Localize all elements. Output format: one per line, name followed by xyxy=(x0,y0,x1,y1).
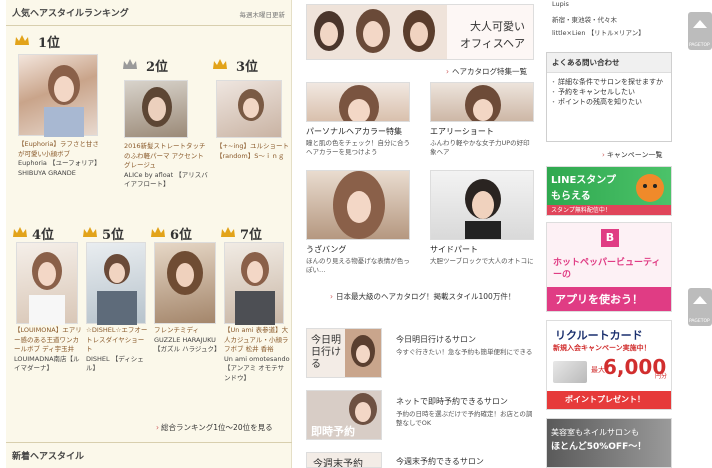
rank-caption[interactable]: 【LOUIMONA】エアリー感のある王道ワンカールボブ ディ宇玉井 LOUIMA… xyxy=(14,326,82,374)
catalog-card-desc: ふんわり軽やかな女子力UPの好印象ヘア xyxy=(430,139,530,156)
faq-item[interactable]: 詳細な条件でサロンを探せますか xyxy=(550,77,666,87)
faq-item[interactable]: 予約をキャンセルしたい xyxy=(550,87,666,97)
rank-item-4[interactable]: 4位 【LOUIMONA】エアリー感のある王道ワンカールボブ ディ宇玉井 LOU… xyxy=(12,226,82,416)
rank-item-7[interactable]: 7位 【Un ami 表参道】大人カジュアル・小顔ラフボブ 松井 香裕 Un a… xyxy=(220,226,292,416)
credit-card-icon xyxy=(553,361,587,383)
instant-booking-title[interactable]: ネットで即時予約できるサロン xyxy=(396,396,508,407)
ranking-title: 人気ヘアスタイルランキング xyxy=(12,9,129,19)
crown-icon xyxy=(151,227,165,237)
rank-caption[interactable]: ☆DISHEL☆エフオートレスダイヤショート DISHEL 【ディシェル】 xyxy=(86,326,150,374)
catalog-card-title[interactable]: パーソナルヘアカラー特集 xyxy=(306,126,402,137)
sidebar-top-salon[interactable]: Lupis xyxy=(552,0,569,8)
faq-title: よくある問い合わせ xyxy=(547,53,671,73)
instant-booking-desc: 予約の日時を選ぶだけで予約確定！お店との調整なしでOK xyxy=(396,410,533,427)
today-salon-thumb[interactable]: 今日明日行ける xyxy=(306,328,382,378)
pagetop-button[interactable]: PAGETOP xyxy=(688,288,712,326)
rank-item-6[interactable]: 6位 フレンチミディ GUZZLE HARAJUKU 【ガズル ハラジュク】 xyxy=(150,226,220,416)
hotpepper-app-ad[interactable]: B ホットペッパービューティーの アプリを使おう！ xyxy=(546,222,672,312)
rank-number: 4位 xyxy=(32,228,55,243)
rank-photo[interactable] xyxy=(86,242,146,325)
sidebar: Lupis 新宿・東池袋・代々木 little×Lien 【リトル×リアン】 よ… xyxy=(546,0,676,468)
catalog-bottom-link[interactable]: 日本最大級のヘアカタログ！掲載スタイル100万件！ xyxy=(330,291,515,302)
office-hair-banner[interactable]: 大人可愛い オフィスヘア xyxy=(306,4,534,60)
ranking-update-note: 毎週木曜日更新 xyxy=(239,11,286,19)
pagetop-button[interactable]: PAGETOP xyxy=(688,12,712,50)
faq-box: よくある問い合わせ 詳細な条件でサロンを探せますか 予約をキャンセルしたい ポイ… xyxy=(546,52,672,142)
today-salon-desc: 今すぐ行きたい！急な予約も簡単便利にできる xyxy=(396,348,533,356)
rank-photo[interactable] xyxy=(154,242,216,324)
catalog-card-image[interactable] xyxy=(306,82,410,122)
rank-number: 2位 xyxy=(146,60,169,75)
crown-icon xyxy=(213,59,227,69)
rank-caption[interactable]: 2016新髪ストレートタッチのふわ軽パーマ アクセントグレージュ ALICe b… xyxy=(124,142,208,190)
rank-item-1[interactable]: 1位 【Euphoria】ラフさと甘さが可愛い小顔ボブ Euphoria 【ユー… xyxy=(14,34,104,184)
crown-icon xyxy=(13,227,27,237)
banner-title-line2: オフィスヘア xyxy=(459,37,525,50)
banner-title-line1: 大人可愛い xyxy=(470,20,525,33)
catalog-card-desc: 大胆ツーブロックで大人のオトコに xyxy=(430,257,534,265)
rank-caption[interactable]: 【Un ami 表参道】大人カジュアル・小顔ラフボブ 松井 香裕 Un ami … xyxy=(224,326,290,383)
rank-item-2[interactable]: 2位 2016新髪ストレートタッチのふわ軽パーマ アクセントグレージュ ALIC… xyxy=(122,58,208,208)
rank-caption[interactable]: フレンチミディ GUZZLE HARAJUKU 【ガズル ハラジュク】 xyxy=(154,326,220,355)
rank-number: 7位 xyxy=(240,228,263,243)
crown-icon xyxy=(123,59,137,69)
ranking-more-link[interactable]: 総合ランキング1位～20位を見る xyxy=(156,422,273,433)
beauty-logo-icon: B xyxy=(601,229,619,247)
rank-caption[interactable]: 【Euphoria】ラフさと甘さが可愛い小顔ボブ Euphoria 【ユーフォリ… xyxy=(18,140,104,178)
catalog-column: 大人可愛い オフィスヘア ヘアカタログ特集一覧 パーソナルヘアカラー特集 瞳と肌… xyxy=(300,0,540,468)
rank-number: 5位 xyxy=(102,228,125,243)
crown-icon xyxy=(15,35,29,45)
recruit-card-ad[interactable]: リクルートカード 新規入会キャンペーン実施中！ 最大 6,000 円分 ポイント… xyxy=(546,320,672,410)
rank-number: 6位 xyxy=(170,228,193,243)
faq-item[interactable]: ポイントの残高を知りたい xyxy=(550,97,666,107)
arrow-up-icon xyxy=(693,296,707,304)
new-styles-title: 新着ヘアスタイル xyxy=(6,442,292,468)
sidebar-top-salon-2[interactable]: little×Lien 【リトル×リアン】 xyxy=(552,27,645,37)
rank-photo[interactable] xyxy=(18,54,98,137)
line-stamp-ad[interactable]: LINEスタンプ もらえる スタンプ無料配信中！ xyxy=(546,166,672,216)
catalog-card-title[interactable]: サイドパート xyxy=(430,244,478,255)
rank-item-5[interactable]: 5位 ☆DISHEL☆エフオートレスダイヤショート DISHEL 【ディシェル】 xyxy=(82,226,150,416)
rank-photo[interactable] xyxy=(124,80,188,138)
weekend-salon-thumb[interactable]: 今週末予約 xyxy=(306,452,382,468)
rank-number: 3位 xyxy=(236,60,259,75)
catalog-card-image[interactable] xyxy=(306,170,410,240)
mascot-icon xyxy=(636,174,664,202)
rank-number: 1位 xyxy=(38,36,61,51)
nail-salon-ad[interactable]: 美容室もネイルサロンも ほとんど50%OFF～！ xyxy=(546,418,672,468)
catalog-feature-link[interactable]: ヘアカタログ特集一覧 xyxy=(446,66,527,77)
arrow-up-icon xyxy=(693,20,707,28)
catalog-card-desc: ほんのり見える物憂げな表情が色っぽい… xyxy=(306,257,410,274)
catalog-card-desc: 瞳と肌の色をチェック！自分に合うヘアカラーを見つけよう xyxy=(306,139,410,156)
rank-photo[interactable] xyxy=(216,80,282,138)
sidebar-top-area: 新宿・東池袋・代々木 xyxy=(552,16,617,24)
weekend-salon-title[interactable]: 今週末予約できるサロン xyxy=(396,456,484,467)
today-salon-title[interactable]: 今日明日行けるサロン xyxy=(396,334,476,345)
rank-item-3[interactable]: 3位 【+~ing】ユルショート【random】S～ｉｎｇ xyxy=(212,58,292,188)
rank-photo[interactable] xyxy=(224,242,284,325)
crown-icon xyxy=(83,227,97,237)
ranking-panel: 人気ヘアスタイルランキング 毎週木曜日更新 1位 【Euphoria】ラフさと甘… xyxy=(6,0,292,468)
catalog-card-image[interactable] xyxy=(430,82,534,122)
catalog-card-title[interactable]: エアリーショート xyxy=(430,126,494,137)
crown-icon xyxy=(221,227,235,237)
rank-photo[interactable] xyxy=(16,242,78,325)
campaign-list-link[interactable]: キャンペーン一覧 xyxy=(602,150,663,160)
catalog-card-image[interactable] xyxy=(430,170,534,240)
instant-booking-thumb[interactable]: 即時予約 xyxy=(306,390,382,440)
rank-caption[interactable]: 【+~ing】ユルショート【random】S～ｉｎｇ xyxy=(216,142,290,161)
catalog-card-title[interactable]: うざバング xyxy=(306,244,346,255)
ranking-header: 人気ヘアスタイルランキング 毎週木曜日更新 xyxy=(6,0,291,26)
